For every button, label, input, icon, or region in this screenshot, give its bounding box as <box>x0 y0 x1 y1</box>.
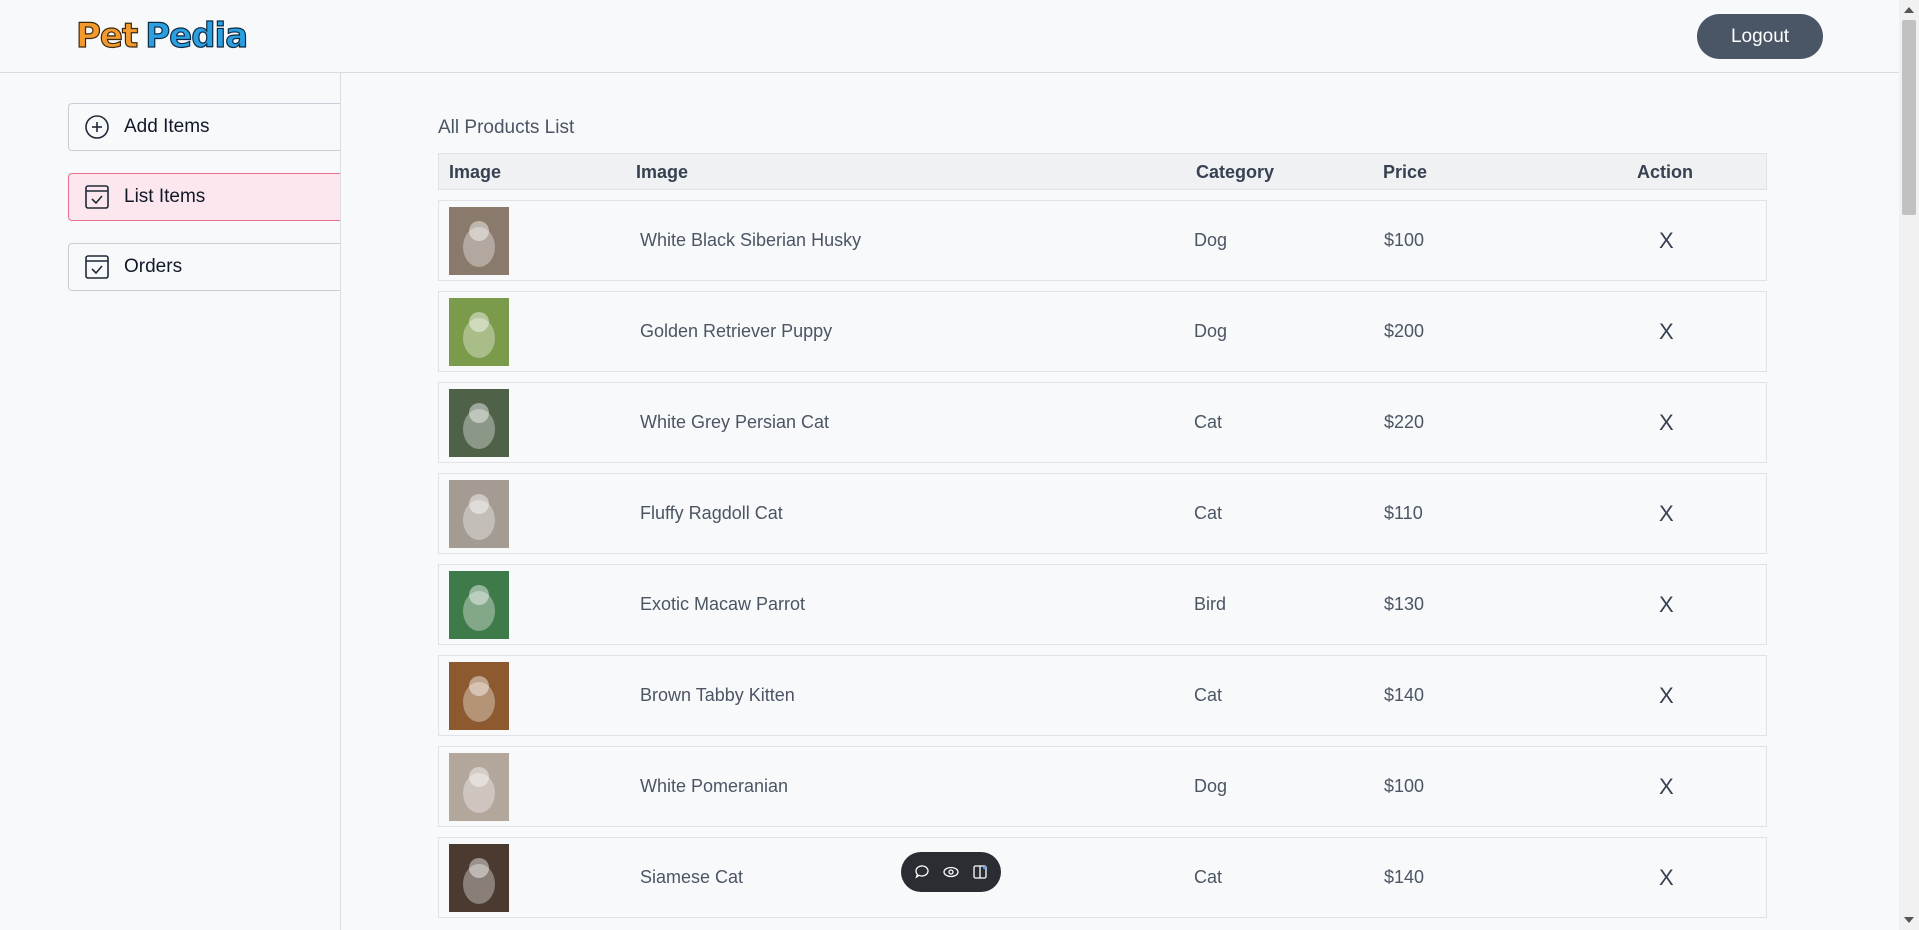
product-thumbnail <box>449 844 509 912</box>
product-name: Exotic Macaw Parrot <box>640 594 806 614</box>
product-thumbnail <box>449 662 509 730</box>
column-header-name: Image <box>636 162 689 182</box>
logo-word-1: Pet <box>75 15 138 56</box>
product-price: $110 <box>1384 503 1423 523</box>
product-name: Siamese Cat <box>640 867 744 887</box>
top-bar: Pet Pedia Logout <box>0 0 1899 73</box>
product-category: Bird <box>1194 594 1227 614</box>
product-thumbnail <box>449 389 509 457</box>
product-category: Dog <box>1194 776 1228 796</box>
product-category: Dog <box>1194 321 1228 341</box>
checkbox-icon <box>84 184 110 210</box>
product-name: White Grey Persian Cat <box>640 412 830 432</box>
product-price: $100 <box>1384 230 1425 250</box>
floating-toolbar <box>901 852 1001 892</box>
product-name: Fluffy Ragdoll Cat <box>640 503 783 523</box>
product-thumbnail <box>449 480 509 548</box>
page-scrollbar[interactable] <box>1899 0 1919 930</box>
scrollbar-thumb[interactable] <box>1902 20 1916 215</box>
sidebar-item-orders[interactable]: Orders <box>68 243 340 291</box>
remove-item-button[interactable]: X <box>1659 292 1674 371</box>
scroll-up-arrow-icon[interactable] <box>1904 7 1914 13</box>
pet-pedia-logo[interactable]: Pet Pedia <box>75 14 249 58</box>
remove-item-button[interactable]: X <box>1659 838 1674 917</box>
remove-item-button[interactable]: X <box>1659 201 1674 280</box>
comment-icon[interactable] <box>913 863 931 881</box>
scroll-down-arrow-icon[interactable] <box>1904 917 1914 923</box>
product-price: $130 <box>1384 594 1425 614</box>
product-price: $100 <box>1384 776 1425 796</box>
page-title: All Products List <box>438 117 575 138</box>
table-row: White Black Siberian Husky Dog $100 X <box>438 200 1767 281</box>
eye-icon[interactable] <box>942 863 960 881</box>
product-thumbnail <box>449 207 509 275</box>
sidebar-item-label: Add Items <box>124 116 210 137</box>
product-category: Cat <box>1194 867 1223 887</box>
column-header-image: Image <box>449 162 502 182</box>
sidebar-item-label: List Items <box>124 186 206 207</box>
remove-item-button[interactable]: X <box>1659 383 1674 462</box>
product-price: $200 <box>1384 321 1425 341</box>
product-category: Cat <box>1194 503 1223 523</box>
product-thumbnail <box>449 753 509 821</box>
sidebar: Add Items List Items Orders <box>0 73 341 930</box>
product-price: $140 <box>1384 867 1425 887</box>
column-header-price: Price <box>1383 162 1428 182</box>
product-name: Brown Tabby Kitten <box>640 685 795 705</box>
table-row: White Pomeranian Dog $100 X <box>438 746 1767 827</box>
table-row: White Grey Persian Cat Cat $220 X <box>438 382 1767 463</box>
sidebar-item-list-items[interactable]: List Items <box>68 173 340 221</box>
product-category: Dog <box>1194 230 1228 250</box>
product-thumbnail <box>449 298 509 366</box>
product-category: Cat <box>1194 412 1223 432</box>
checkbox-icon <box>84 254 110 280</box>
remove-item-button[interactable]: X <box>1659 474 1674 553</box>
panel-icon[interactable] <box>971 863 989 881</box>
remove-item-button[interactable]: X <box>1659 656 1674 735</box>
product-thumbnail <box>449 571 509 639</box>
column-header-action: Action <box>1637 162 1693 182</box>
column-header-category: Category <box>1196 162 1275 182</box>
add-circle-icon <box>84 114 110 140</box>
table-row: Siamese Cat Cat $140 X <box>438 837 1767 918</box>
product-name: Golden Retriever Puppy <box>640 321 833 341</box>
logout-button[interactable]: Logout <box>1697 14 1823 59</box>
product-name: White Black Siberian Husky <box>640 230 862 250</box>
table-row: Brown Tabby Kitten Cat $140 X <box>438 655 1767 736</box>
product-price: $220 <box>1384 412 1425 432</box>
sidebar-item-add-items[interactable]: Add Items <box>68 103 340 151</box>
sidebar-item-label: Orders <box>124 256 183 277</box>
remove-item-button[interactable]: X <box>1659 747 1674 826</box>
table-row: Fluffy Ragdoll Cat Cat $110 X <box>438 473 1767 554</box>
table-row: Golden Retriever Puppy Dog $200 X <box>438 291 1767 372</box>
table-row: Exotic Macaw Parrot Bird $130 X <box>438 564 1767 645</box>
product-name: White Pomeranian <box>640 776 789 796</box>
product-category: Cat <box>1194 685 1223 705</box>
remove-item-button[interactable]: X <box>1659 565 1674 644</box>
logo-word-2: Pedia <box>145 15 249 56</box>
table-header: Image Image Category Price Action <box>438 153 1767 190</box>
product-price: $140 <box>1384 685 1425 705</box>
